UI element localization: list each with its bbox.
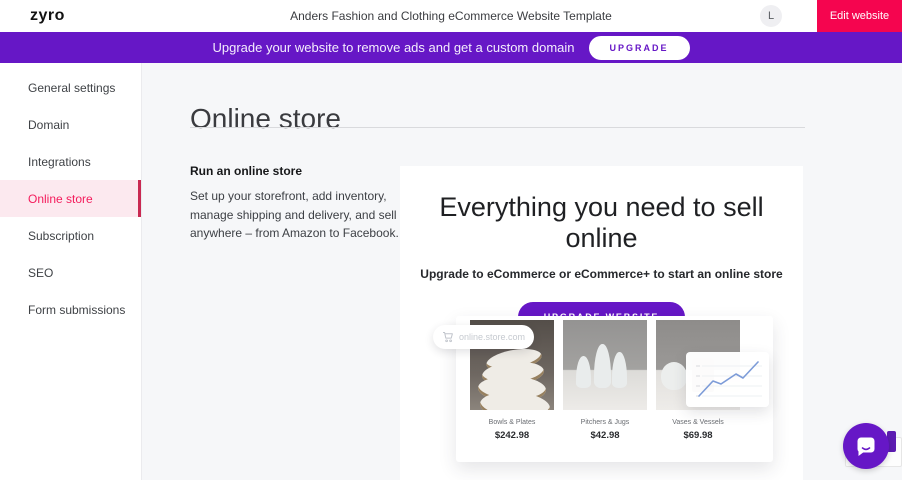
upgrade-banner: Upgrade your website to remove ads and g… bbox=[0, 32, 902, 63]
bottle-shape bbox=[612, 352, 627, 388]
chat-widget-button[interactable] bbox=[843, 423, 889, 469]
product-labels-row: Bowls & Plates $242.98 Pitchers & Jugs $… bbox=[456, 410, 773, 441]
section-heading: Run an online store bbox=[190, 164, 402, 178]
store-url-pill: online.store.com bbox=[433, 325, 534, 349]
bottle-shape bbox=[594, 344, 611, 388]
top-header: zyro Anders Fashion and Clothing eCommer… bbox=[0, 0, 902, 32]
sparkline-line bbox=[699, 362, 758, 396]
product-name: Pitchers & Jugs bbox=[563, 419, 647, 426]
cart-icon bbox=[442, 331, 454, 343]
store-url-text: online.store.com bbox=[459, 332, 525, 342]
settings-sidebar: General settings Domain Integrations Onl… bbox=[0, 63, 142, 480]
ecommerce-upsell-panel: Everything you need to sell online Upgra… bbox=[400, 166, 803, 480]
sidebar-item-integrations[interactable]: Integrations bbox=[0, 143, 141, 180]
product-price: $42.98 bbox=[563, 430, 647, 441]
product-label: Vases & Vessels $69.98 bbox=[656, 410, 740, 441]
sidebar-item-subscription[interactable]: Subscription bbox=[0, 217, 141, 254]
sparkline-svg bbox=[686, 352, 769, 407]
sidebar-item-seo[interactable]: SEO bbox=[0, 254, 141, 291]
bottle-shape bbox=[576, 356, 591, 388]
product-label: Pitchers & Jugs $42.98 bbox=[563, 410, 647, 441]
product-photo-pitchers bbox=[563, 320, 647, 410]
product-name: Bowls & Plates bbox=[470, 419, 554, 426]
product-label: Bowls & Plates $242.98 bbox=[470, 410, 554, 441]
title-divider bbox=[190, 127, 805, 128]
panel-heading: Everything you need to sell online bbox=[400, 192, 803, 254]
page-title: Online store bbox=[190, 103, 341, 135]
chat-bubble-icon bbox=[854, 435, 878, 458]
product-price: $69.98 bbox=[656, 430, 740, 441]
sidebar-item-domain[interactable]: Domain bbox=[0, 106, 141, 143]
product-name: Vases & Vessels bbox=[656, 419, 740, 426]
upgrade-banner-button[interactable]: UPGRADE bbox=[589, 36, 690, 60]
product-price: $242.98 bbox=[470, 430, 554, 441]
panel-subheading: Upgrade to eCommerce or eCommerce+ to st… bbox=[400, 267, 803, 281]
sidebar-item-form-submissions[interactable]: Form submissions bbox=[0, 291, 141, 328]
section-description: Set up your storefront, add inventory, m… bbox=[190, 187, 402, 243]
user-avatar[interactable]: L bbox=[760, 5, 782, 27]
sidebar-item-online-store[interactable]: Online store bbox=[0, 180, 141, 217]
app-window: zyro Anders Fashion and Clothing eCommer… bbox=[0, 0, 902, 480]
vase-shape bbox=[661, 362, 687, 390]
sidebar-item-general-settings[interactable]: General settings bbox=[0, 69, 141, 106]
online-store-description-block: Run an online store Set up your storefro… bbox=[190, 164, 402, 243]
sparkline-chart bbox=[686, 352, 769, 407]
upgrade-banner-text: Upgrade your website to remove ads and g… bbox=[212, 40, 574, 55]
main-content: Online store Run an online store Set up … bbox=[142, 63, 902, 480]
edit-website-button[interactable]: Edit website bbox=[817, 0, 902, 32]
